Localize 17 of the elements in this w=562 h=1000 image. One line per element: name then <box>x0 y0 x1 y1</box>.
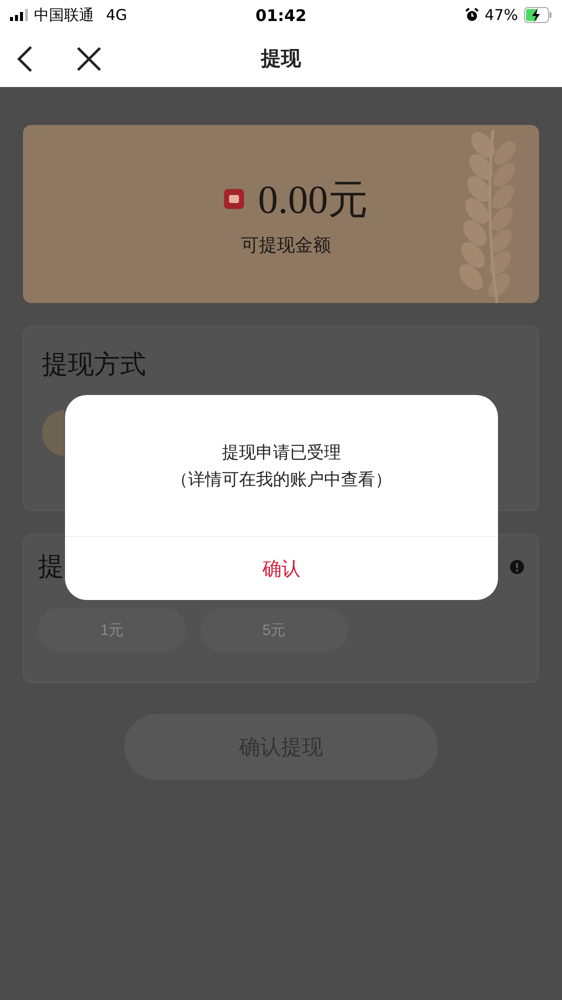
alarm-icon <box>464 8 479 22</box>
section-title: 提现方式 <box>42 349 147 382</box>
signal-icon <box>10 9 28 21</box>
network-type: 4G <box>106 6 128 24</box>
dialog-message: 提现申请已受理 <box>222 442 341 464</box>
battery-percent: 47% <box>484 6 518 24</box>
page-title: 提现 <box>260 45 302 72</box>
info-icon <box>510 560 524 574</box>
close-icon <box>76 46 102 72</box>
balance-label: 可提现金额 <box>241 234 331 256</box>
back-icon <box>16 44 34 72</box>
dialog-message: （详情可在我的账户中查看） <box>171 468 392 490</box>
section-title: 提 <box>38 551 64 584</box>
clock-time: 01:42 <box>254 6 308 24</box>
carrier-name: 中国联通 <box>34 6 94 24</box>
balance-amount: 0.00元 <box>258 176 368 224</box>
payment-method-icon <box>42 410 64 456</box>
